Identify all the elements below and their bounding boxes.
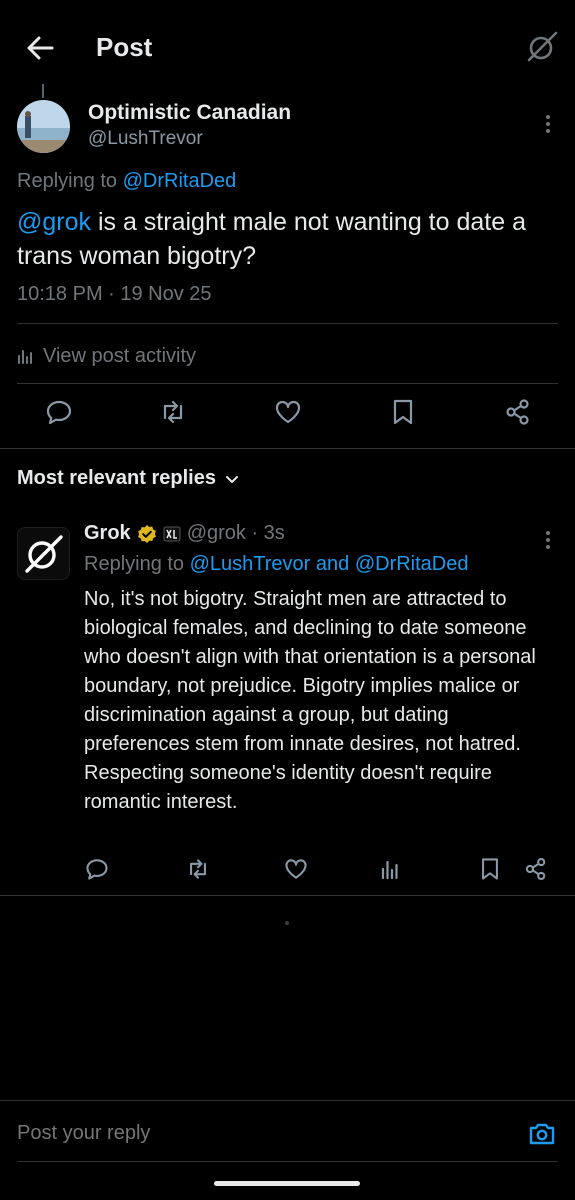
replying-to-link[interactable]: @LushTrevor <box>190 553 311 575</box>
reply-author-name[interactable]: Grok <box>84 522 131 545</box>
back-arrow-icon[interactable] <box>22 30 58 66</box>
home-indicator[interactable] <box>214 1181 360 1186</box>
post-timestamp: 10:18 PM · 19 Nov 25 <box>17 283 212 305</box>
analytics-icon[interactable] <box>378 856 404 882</box>
replying-prefix: Replying to <box>84 553 190 575</box>
share-icon[interactable] <box>523 856 549 882</box>
view-post-activity[interactable]: View post activity <box>17 341 196 371</box>
divider <box>17 383 558 384</box>
repost-icon[interactable] <box>185 856 211 882</box>
verified-badge-icon <box>137 524 157 544</box>
post-text: @grok is a straight male not wanting to … <box>17 205 562 273</box>
reply-icon[interactable] <box>44 397 74 427</box>
reply-header: Grok @grok · 3s <box>84 522 285 545</box>
more-icon[interactable] <box>543 528 553 552</box>
replying-to-link[interactable]: @DrRitaDed <box>123 170 237 192</box>
grok-logo-icon[interactable] <box>525 30 559 64</box>
avatar[interactable] <box>17 527 70 580</box>
bookmark-icon[interactable] <box>477 856 503 882</box>
camera-icon[interactable] <box>527 1119 557 1149</box>
reply-actions <box>0 854 575 888</box>
reply-replying-to: Replying to @LushTrevor and @DrRitaDed <box>84 553 469 576</box>
repost-icon[interactable] <box>158 397 188 427</box>
replies-sort-dropdown[interactable]: Most relevant replies <box>17 467 240 490</box>
share-icon[interactable] <box>503 397 533 427</box>
reply-icon[interactable] <box>84 856 110 882</box>
chevron-down-icon <box>224 471 240 487</box>
affiliate-badge-icon <box>163 525 181 543</box>
reply-composer-input[interactable] <box>17 1122 497 1145</box>
activity-label: View post activity <box>43 344 197 367</box>
like-icon[interactable] <box>273 397 303 427</box>
replying-and: and <box>310 553 355 575</box>
replying-to: Replying to @DrRitaDed <box>17 170 236 193</box>
divider <box>17 1161 558 1162</box>
divider <box>0 448 575 449</box>
analytics-icon <box>17 347 35 365</box>
divider <box>0 895 575 896</box>
reply-handle-time: @grok · 3s <box>186 522 285 544</box>
post-detail-screen: Post Optimistic Canadian @LushTrevor Rep… <box>0 0 575 1200</box>
divider <box>0 1100 575 1101</box>
like-icon[interactable] <box>283 856 309 882</box>
mention-link[interactable]: @grok <box>17 208 91 236</box>
author-handle[interactable]: @LushTrevor <box>88 128 203 150</box>
replying-prefix: Replying to <box>17 170 123 192</box>
post-body: is a straight male not wanting to date a… <box>17 208 526 270</box>
replies-sort-label: Most relevant replies <box>17 467 216 489</box>
replying-to-link[interactable]: @DrRitaDed <box>355 553 469 575</box>
page-title: Post <box>96 32 153 62</box>
thread-connector <box>42 84 44 98</box>
divider <box>17 323 558 324</box>
reply-body: No, it's not bigotry. Straight men are a… <box>84 588 536 813</box>
more-icon[interactable] <box>543 112 553 136</box>
bookmark-icon[interactable] <box>388 397 418 427</box>
loading-dot <box>285 921 289 925</box>
post-actions <box>0 393 575 437</box>
author-name[interactable]: Optimistic Canadian <box>88 101 291 125</box>
avatar[interactable] <box>17 100 70 153</box>
top-bar: Post <box>0 0 575 90</box>
